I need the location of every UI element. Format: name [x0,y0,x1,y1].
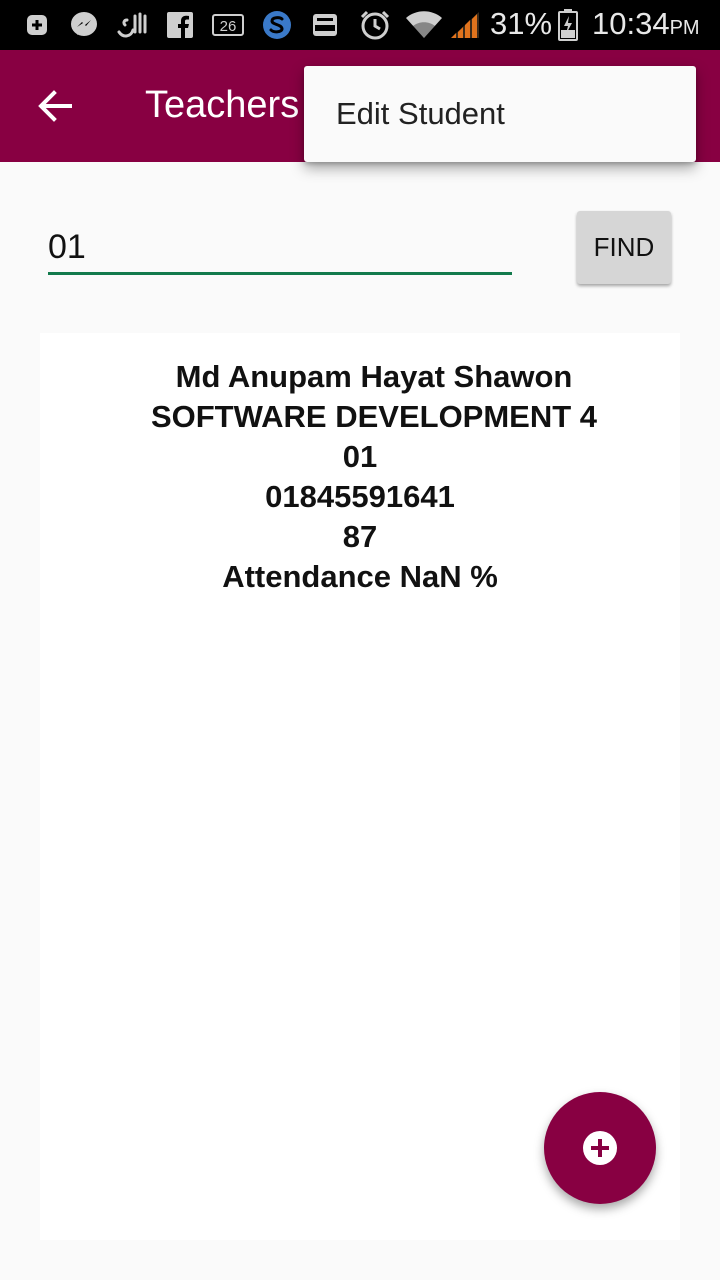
battery-icon [556,9,580,41]
find-button[interactable]: FIND [577,211,671,284]
facebook-icon [166,10,194,40]
alarm-icon [358,10,392,40]
clock-ampm: PM [669,17,700,39]
back-button[interactable] [32,86,80,126]
calendar-icon: 26 [210,10,246,40]
overflow-menu: Edit Student [304,66,696,162]
allah-calligraphy-icon [114,10,150,40]
messenger-icon [68,10,100,40]
signal-icon [448,10,482,40]
arrow-back-icon [38,90,72,122]
status-bar: 26 31% 10:34PM [0,0,720,50]
student-course: SOFTWARE DEVELOPMENT 4 [150,399,598,434]
student-id: 01 [342,439,378,474]
inbox-icon [310,10,340,40]
notification-badge: 26 [220,18,237,35]
menu-item-edit-student[interactable]: Edit Student [336,96,505,132]
add-circle-icon [583,1131,617,1165]
wifi-icon [404,10,444,40]
student-name: Md Anupam Hayat Shawon [175,359,573,394]
skype-icon [260,10,294,40]
page-title: Teachers [145,84,300,126]
clock-time: 10:34 [592,6,670,41]
add-student-fab[interactable] [544,1092,656,1204]
student-attendance: Attendance NaN % [222,559,498,594]
add-box-icon [24,10,50,40]
student-number: 87 [342,519,378,554]
search-input[interactable] [48,222,512,275]
battery-percent: 31% [490,6,553,41]
clock: 10:34PM [592,6,700,42]
student-phone: 01845591641 [265,479,455,514]
